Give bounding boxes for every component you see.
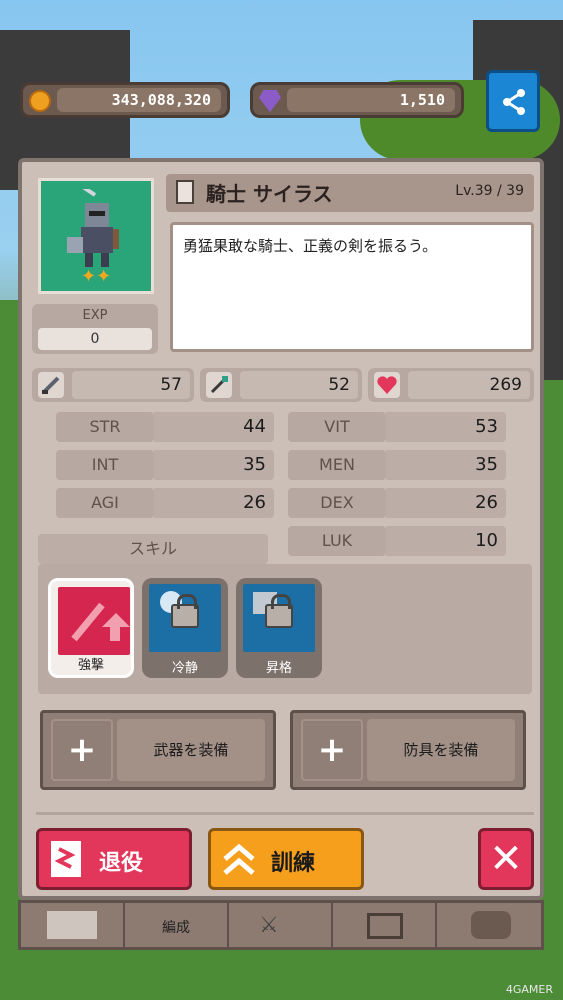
heart-icon	[374, 372, 400, 398]
crossed-swords-icon: ⚔	[259, 913, 279, 938]
stat-men-value: 35	[386, 450, 506, 480]
stat-agi-label: AGI	[56, 488, 154, 518]
attack-stat: 57	[32, 368, 194, 402]
stat-str: STR 44	[56, 412, 274, 442]
share-icon	[503, 89, 525, 115]
gem-icon	[259, 90, 281, 112]
stat-vit-value: 53	[386, 412, 506, 442]
stat-dex: DEX 26	[288, 488, 506, 518]
stat-str-value: 44	[154, 412, 274, 442]
skill-calm[interactable]: 冷静	[142, 578, 228, 678]
gem-counter: 1,510	[250, 82, 464, 118]
close-button[interactable]: ✕	[478, 828, 534, 890]
share-button[interactable]	[486, 70, 540, 132]
castle-icon	[367, 913, 403, 939]
equip-weapon-button[interactable]: + 武器を装備	[40, 710, 276, 790]
attack-value: 57	[72, 371, 190, 399]
magic-value: 52	[240, 371, 358, 399]
wand-icon	[206, 372, 232, 398]
gold-counter: 343,088,320	[20, 82, 230, 118]
skill-promotion[interactable]: 昇格	[236, 578, 322, 678]
character-description: 勇猛果敢な騎士、正義の剣を振るう。	[170, 222, 534, 352]
gem-value: 1,510	[287, 88, 455, 112]
stat-agi-value: 26	[154, 488, 274, 518]
stat-men-label: MEN	[288, 450, 386, 480]
nav-formation-label: 編成	[162, 920, 190, 936]
stat-luk-value: 10	[386, 526, 506, 556]
knight-sprite-icon	[67, 189, 119, 267]
magic-stat: 52	[200, 368, 362, 402]
retire-icon	[51, 841, 81, 877]
skill-label: 冷静	[171, 661, 198, 676]
gold-value: 343,088,320	[57, 88, 221, 112]
rank-stars-icon: ✦✦	[81, 266, 112, 287]
divider	[36, 812, 534, 815]
character-panel: ✦✦ EXP 0 騎士 サイラス Lv.39 / 39 勇猛果敢な騎士、正義の剣…	[18, 158, 544, 900]
nav-item-formation[interactable]: 編成	[125, 903, 229, 947]
scroll-icon	[47, 911, 97, 939]
stat-men: MEN 35	[288, 450, 506, 480]
equip-armor-label: 防具を装備	[367, 719, 515, 781]
plus-icon: +	[51, 719, 113, 781]
skill-calm-tile	[149, 584, 221, 652]
retire-label: 退役	[99, 851, 144, 876]
hp-stat: 269	[368, 368, 534, 402]
stat-vit-label: VIT	[288, 412, 386, 442]
character-level: Lv.39 / 39	[455, 183, 524, 199]
stat-int-value: 35	[154, 450, 274, 480]
stat-agi: AGI 26	[56, 488, 274, 518]
character-name: 騎士 サイラス	[206, 182, 333, 206]
character-name-bar: 騎士 サイラス Lv.39 / 39	[166, 174, 534, 212]
skill-power-strike[interactable]: 強撃	[48, 578, 134, 678]
skills-title: スキル	[38, 534, 268, 564]
nav-item-battle[interactable]: ⚔	[229, 903, 333, 947]
bottom-nav: 編成 ⚔	[18, 900, 544, 950]
gold-coin-icon	[29, 90, 51, 112]
double-chevron-up-icon	[223, 843, 255, 875]
skill-power-strike-tile	[58, 587, 130, 655]
skills-area: 強撃 冷静 昇格	[38, 564, 532, 694]
hp-value: 269	[408, 371, 530, 399]
sword-up-icon	[71, 602, 130, 642]
stat-int: INT 35	[56, 450, 274, 480]
stat-int-label: INT	[56, 450, 154, 480]
watermark: 4GAMER	[505, 983, 553, 996]
lock-icon	[171, 594, 199, 628]
stat-str-label: STR	[56, 412, 154, 442]
nav-item-inventory[interactable]	[21, 903, 125, 947]
exp-value: 0	[38, 328, 152, 350]
stat-dex-label: DEX	[288, 488, 386, 518]
equip-weapon-label: 武器を装備	[117, 719, 265, 781]
class-icon	[176, 180, 194, 204]
train-label: 訓練	[271, 851, 316, 876]
retire-button[interactable]: 退役	[36, 828, 192, 890]
skill-label: 昇格	[265, 661, 292, 676]
skill-promotion-tile	[243, 584, 315, 652]
nav-item-castle[interactable]	[333, 903, 437, 947]
stat-luk-label: LUK	[288, 526, 386, 556]
stat-dex-value: 26	[386, 488, 506, 518]
character-portrait: ✦✦	[38, 178, 154, 294]
skill-label: 強撃	[77, 658, 104, 673]
plus-icon: +	[301, 719, 363, 781]
exp-label: EXP	[82, 308, 108, 323]
bag-icon	[471, 911, 511, 939]
stat-luk: LUK 10	[288, 526, 506, 556]
train-button[interactable]: 訓練	[208, 828, 364, 890]
exp-box: EXP 0	[32, 304, 158, 354]
sword-icon	[38, 372, 64, 398]
stat-vit: VIT 53	[288, 412, 506, 442]
equip-armor-button[interactable]: + 防具を装備	[290, 710, 526, 790]
nav-item-shop[interactable]	[437, 903, 541, 947]
lock-icon	[265, 594, 293, 628]
close-icon: ✕	[489, 836, 523, 882]
